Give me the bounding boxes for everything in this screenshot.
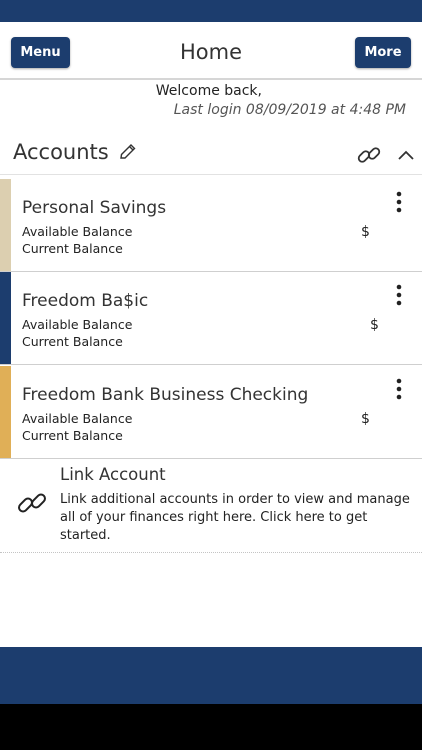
available-balance-value: $ — [370, 317, 379, 333]
available-balance-label: Available Balance — [22, 411, 133, 426]
pencil-icon[interactable] — [117, 141, 139, 163]
current-balance-label: Current Balance — [22, 428, 123, 443]
account-name: Freedom Bank Business Checking — [22, 385, 309, 405]
account-card-freedom-basic[interactable]: Freedom Ba$ic Available Balance Current … — [0, 272, 422, 365]
account-name: Personal Savings — [22, 198, 167, 218]
available-balance-value: $ — [361, 411, 370, 427]
app-header: Menu Home More — [0, 22, 422, 80]
available-balance-label: Available Balance — [22, 224, 133, 239]
kebab-menu-icon[interactable] — [392, 378, 406, 402]
account-name: Freedom Ba$ic — [22, 291, 149, 311]
current-balance-label: Current Balance — [22, 241, 123, 256]
last-login-text: Last login 08/09/2019 at 4:48 PM — [173, 102, 406, 118]
link-account-title: Link Account — [60, 465, 166, 484]
system-nav-bar — [0, 704, 422, 750]
bottom-nav-bar — [0, 647, 422, 704]
welcome-greeting: Welcome back, — [155, 83, 262, 99]
status-bar — [0, 0, 422, 22]
account-card-business-checking[interactable]: Freedom Bank Business Checking Available… — [0, 366, 422, 459]
account-color-stripe — [0, 366, 11, 458]
current-balance-label: Current Balance — [22, 334, 123, 349]
link-account-row[interactable]: Link Account Link additional accounts in… — [0, 460, 422, 553]
available-balance-value: $ — [361, 224, 370, 240]
available-balance-label: Available Balance — [22, 317, 133, 332]
link-icon — [18, 493, 46, 513]
account-card-personal-savings[interactable]: Personal Savings Available Balance Curre… — [0, 179, 422, 272]
account-color-stripe — [0, 179, 11, 271]
kebab-menu-icon[interactable] — [392, 284, 406, 308]
more-button[interactable]: More — [355, 37, 411, 68]
accounts-section-title: Accounts — [13, 140, 109, 164]
link-account-description: Link additional accounts in order to vie… — [60, 492, 410, 543]
chevron-up-icon[interactable] — [396, 147, 416, 163]
link-icon[interactable] — [356, 142, 382, 168]
account-color-stripe — [0, 272, 11, 364]
kebab-menu-icon[interactable] — [392, 191, 406, 215]
welcome-block: Welcome back, Last login 08/09/2019 at 4… — [156, 82, 406, 120]
accounts-section-header: Accounts — [0, 140, 422, 175]
